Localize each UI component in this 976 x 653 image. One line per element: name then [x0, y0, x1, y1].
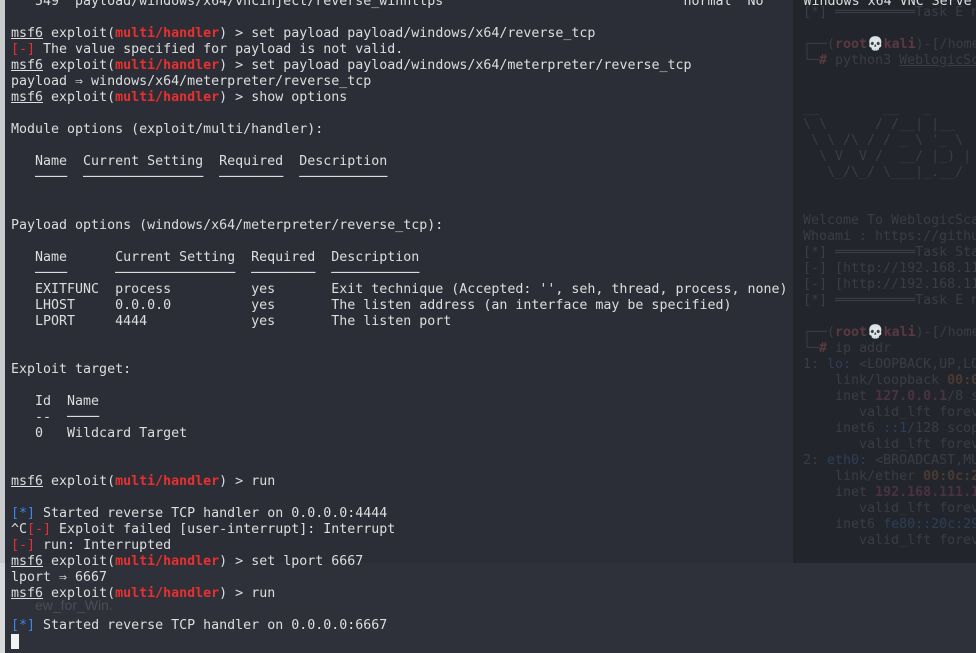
line-text: ) > run — [219, 586, 276, 601]
line-text: EXITFUNC process yes Exit technique (Acc… — [11, 282, 788, 297]
line-text: lport ⇒ 6667 — [11, 570, 108, 585]
terminal-line: msf6 exploit(multi/handler) > set payloa… — [11, 58, 976, 74]
line-text: Name Current Setting Required Descriptio… — [11, 154, 388, 169]
terminal-line: msf6 exploit(multi/handler) > run — [11, 586, 976, 602]
line-text: Exploit failed [user-interrupt]: Interru… — [51, 522, 396, 537]
line-text: ──── ─────────────── ──────── ──────────… — [11, 266, 420, 281]
line-text: Name Current Setting Required Descriptio… — [11, 250, 420, 265]
module-name: multi/handler — [115, 26, 220, 41]
terminal-line: msf6 exploit(multi/handler) > set lport … — [11, 554, 976, 570]
line-text: The value specified for payload is not v… — [35, 42, 404, 57]
terminal-line: Id Name — [11, 394, 976, 410]
terminal-line: Module options (exploit/multi/handler): — [11, 122, 976, 138]
terminal-line: msf6 exploit(multi/handler) > run — [11, 474, 976, 490]
terminal-line: lport ⇒ 6667 — [11, 570, 976, 586]
terminal-line: msf6 exploit(multi/handler) > show optio… — [11, 90, 976, 106]
terminal-line: LPORT 4444 yes The listen port — [11, 314, 976, 330]
terminal-output[interactable]: 549 payload/windows/x64/vncinject/revers… — [11, 0, 976, 650]
line-text: run: Interrupted — [35, 538, 172, 553]
prompt-name: msf6 — [11, 554, 44, 569]
line-text: -- ──── — [11, 410, 100, 425]
line-text: LHOST 0.0.0.0 yes The listen address (an… — [11, 298, 732, 313]
terminal-line: ^C[-] Exploit failed [user-interrupt]: I… — [11, 522, 976, 538]
line-text: exploit( — [43, 58, 116, 73]
terminal-line: LHOST 0.0.0.0 yes The listen address (an… — [11, 298, 976, 314]
line-text: exploit( — [43, 474, 116, 489]
line-text: Exploit target: — [11, 362, 132, 377]
terminal-line: Name Current Setting Required Descriptio… — [11, 250, 976, 266]
info-marker: [*] — [11, 618, 36, 633]
module-name: multi/handler — [115, 554, 220, 569]
line-text: exploit( — [43, 586, 116, 601]
line-text: exploit( — [43, 90, 116, 105]
module-name: multi/handler — [115, 90, 220, 105]
line-text: Started reverse TCP handler on 0.0.0.0:4… — [35, 506, 388, 521]
terminal-line: payload ⇒ windows/x64/meterpreter/revers… — [11, 74, 976, 90]
error-marker: [-] — [11, 42, 36, 57]
line-text: Module options (exploit/multi/handler): — [11, 122, 324, 137]
prompt-name: msf6 — [11, 26, 44, 41]
terminal-line: -- ──── — [11, 410, 976, 426]
terminal-line: msf6 exploit(multi/handler) > set payloa… — [11, 26, 976, 42]
line-text: exploit( — [43, 26, 116, 41]
line-text: ) > run — [219, 474, 276, 489]
terminal-line — [11, 634, 976, 650]
terminal-line: Exploit target: — [11, 362, 976, 378]
line-text: ) > set payload payload/windows/x64/reve… — [219, 26, 596, 41]
terminal-line: [*] Started reverse TCP handler on 0.0.0… — [11, 506, 976, 522]
prompt-name: msf6 — [11, 58, 44, 73]
info-marker: [*] — [11, 506, 36, 521]
line-text: ^C — [11, 522, 28, 537]
module-name: multi/handler — [115, 586, 220, 601]
line-text: LPORT 4444 yes The listen port — [11, 314, 452, 329]
terminal-line: Payload options (windows/x64/meterpreter… — [11, 218, 976, 234]
window-edge-lower — [0, 563, 5, 653]
line-text: ) > set payload payload/windows/x64/mete… — [219, 58, 692, 73]
line-text: 549 payload/windows/x64/vncinject/revers… — [11, 0, 972, 9]
terminal-line: ──── ─────────────── ──────── ──────────… — [11, 170, 976, 186]
line-text: 0 Wildcard Target — [11, 426, 188, 441]
line-text: ──── ─────────────── ──────── ──────────… — [11, 170, 388, 185]
prompt-name: msf6 — [11, 474, 44, 489]
error-marker: [-] — [11, 538, 36, 553]
terminal-cursor — [11, 634, 19, 649]
error-marker: [-] — [27, 522, 52, 537]
terminal-line: [*] Started reverse TCP handler on 0.0.0… — [11, 618, 976, 634]
module-name: multi/handler — [115, 474, 220, 489]
line-text: ) > set lport 6667 — [219, 554, 364, 569]
prompt-name: msf6 — [11, 586, 44, 601]
terminal-line: ──── ─────────────── ──────── ──────────… — [11, 266, 976, 282]
terminal-line: [-] run: Interrupted — [11, 538, 976, 554]
line-text: payload ⇒ windows/x64/meterpreter/revers… — [11, 74, 372, 89]
line-text: ) > show options — [219, 90, 348, 105]
module-name: multi/handler — [115, 58, 220, 73]
line-text: Payload options (windows/x64/meterpreter… — [11, 218, 444, 233]
terminal-line: [-] The value specified for payload is n… — [11, 42, 976, 58]
line-text: exploit( — [43, 554, 116, 569]
terminal-line: 0 Wildcard Target — [11, 426, 976, 442]
line-text: Id Name — [11, 394, 100, 409]
line-text: Started reverse TCP handler on 0.0.0.0:6… — [35, 618, 388, 633]
prompt-name: msf6 — [11, 90, 44, 105]
terminal-line: Name Current Setting Required Descriptio… — [11, 154, 976, 170]
terminal-line: 549 payload/windows/x64/vncinject/revers… — [11, 0, 976, 10]
terminal-line: EXITFUNC process yes Exit technique (Acc… — [11, 282, 976, 298]
window-edge — [0, 0, 5, 653]
